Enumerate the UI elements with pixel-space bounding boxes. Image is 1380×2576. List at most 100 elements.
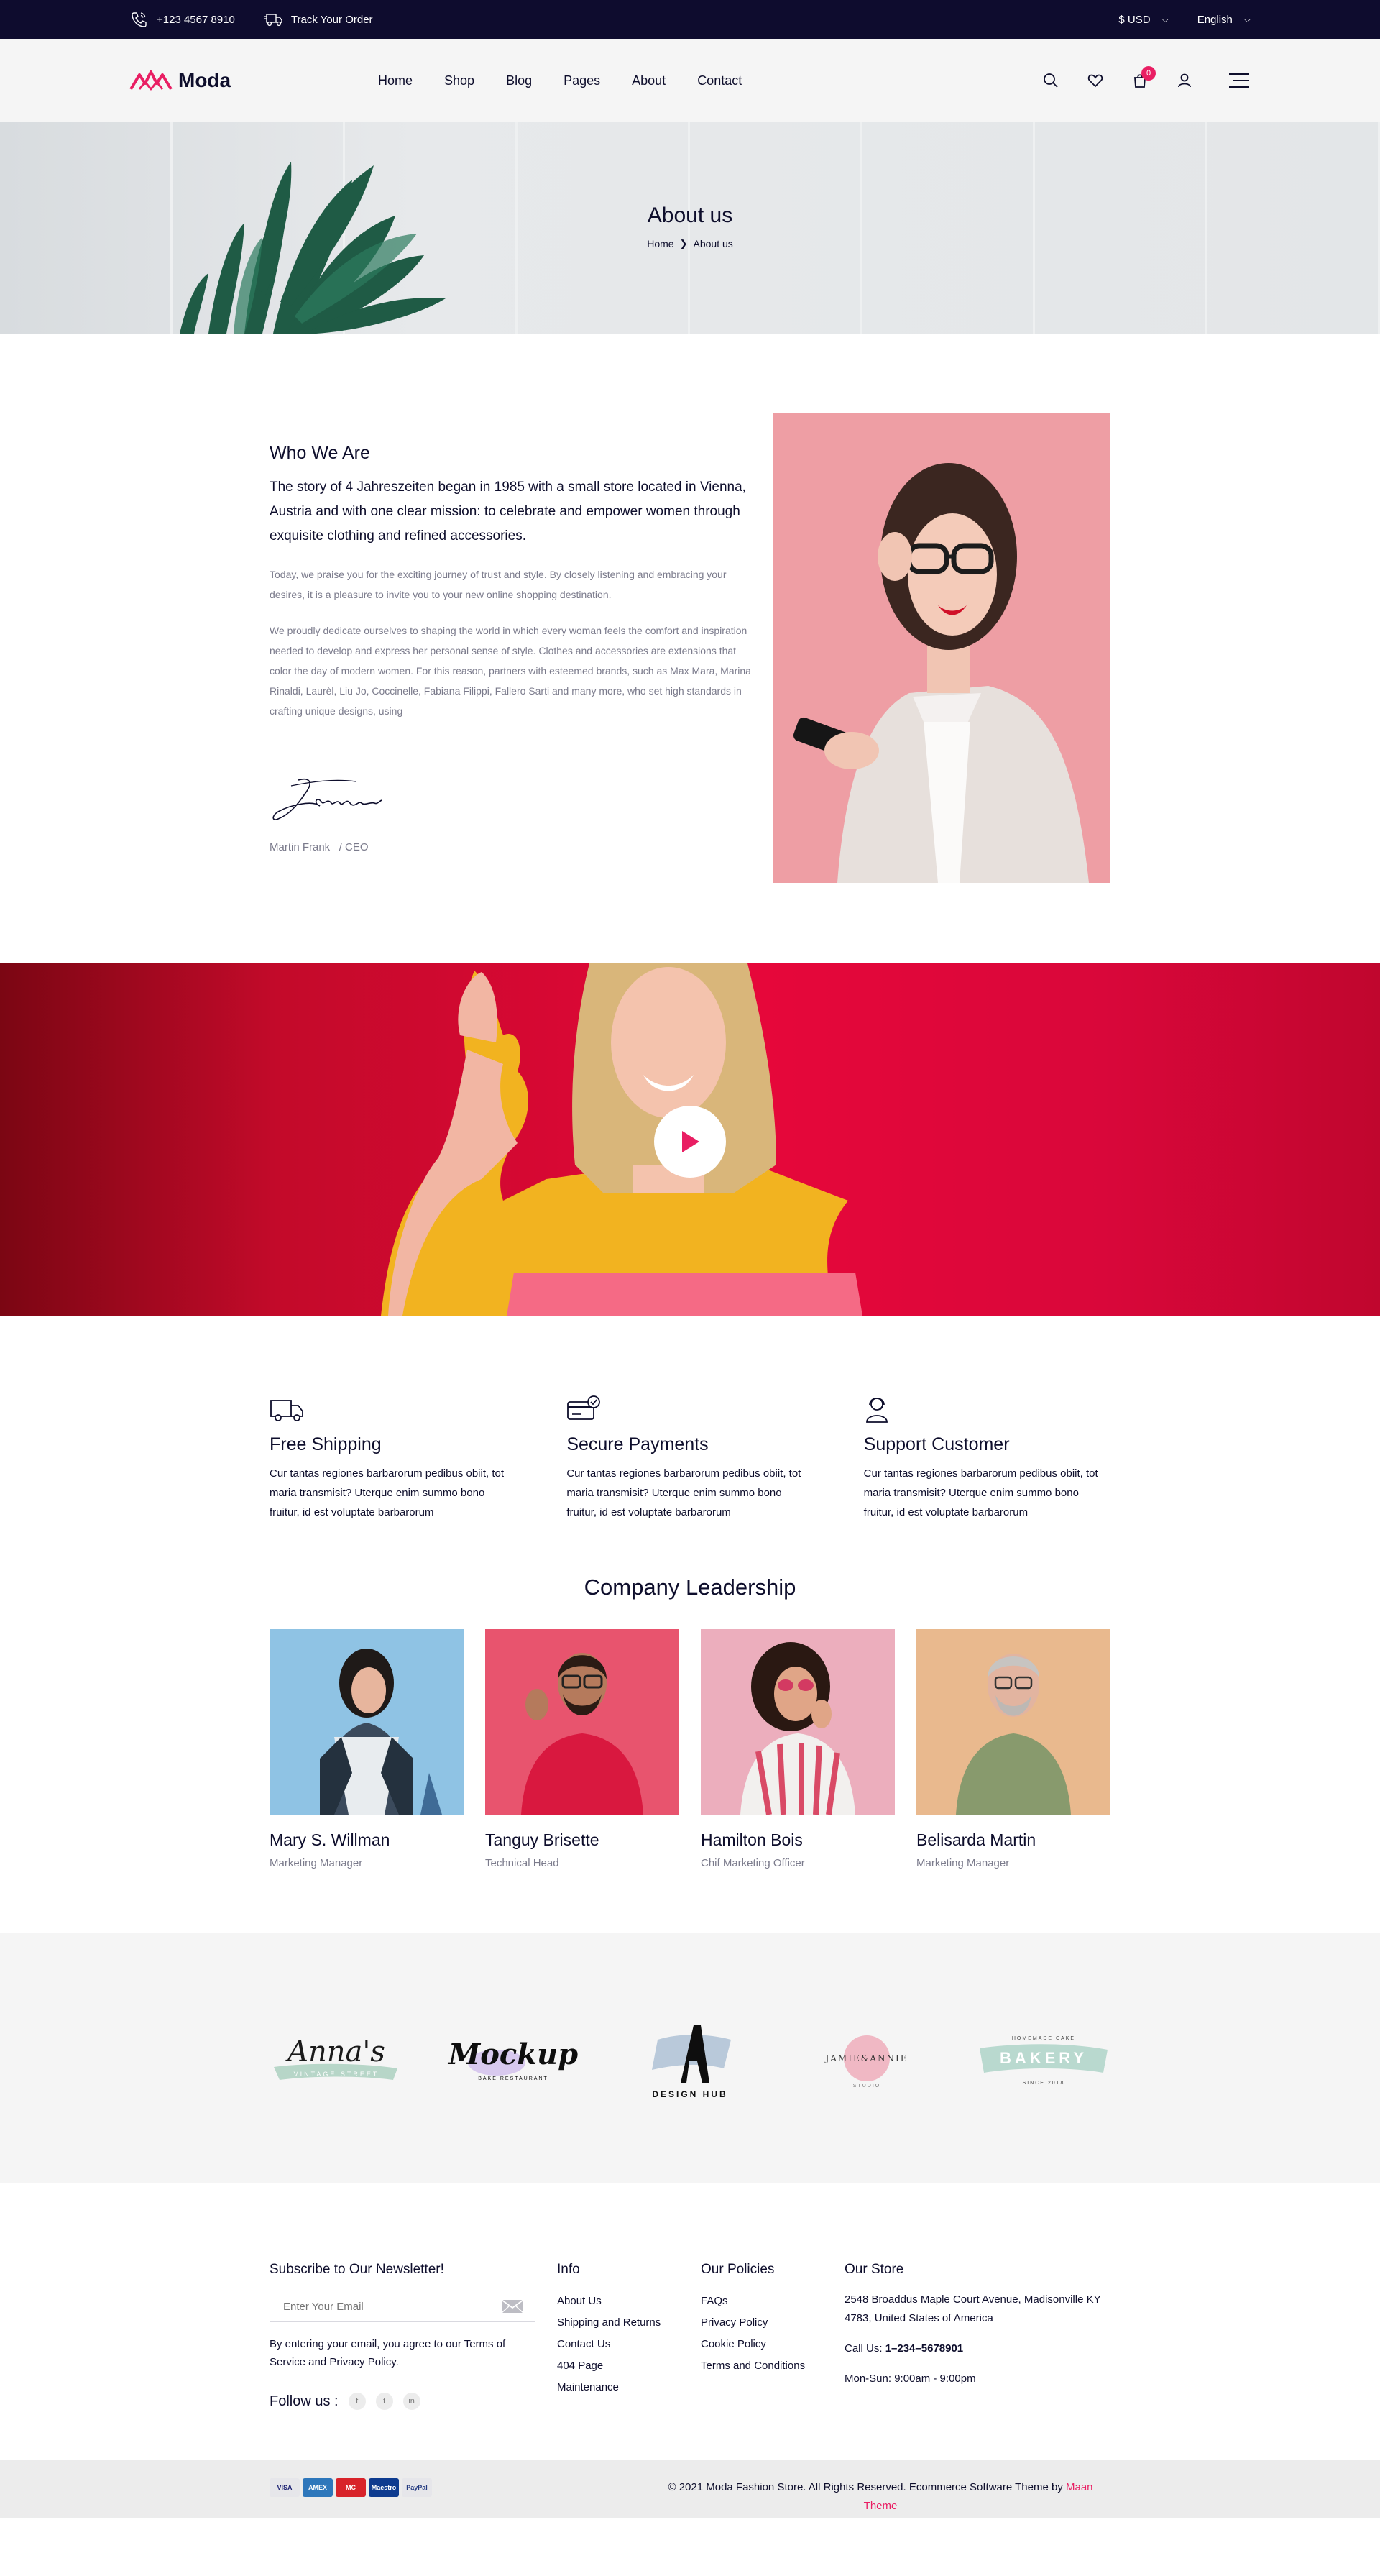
footer: Subscribe to Our Newsletter! By entering… [0, 2183, 1380, 2460]
main-nav: Home Shop Blog Pages About Contact [378, 73, 1042, 88]
wishlist-button[interactable] [1087, 72, 1104, 89]
footer-link-faqs[interactable]: FAQs [701, 2291, 845, 2312]
member-photo [485, 1629, 679, 1815]
account-button[interactable] [1176, 72, 1193, 89]
logo-mark-icon [129, 70, 172, 91]
policies-column: Our Policies FAQs Privacy Policy Cookie … [701, 2262, 845, 2410]
follow-label: Follow us : [270, 2393, 339, 2409]
play-video-button[interactable] [654, 1106, 726, 1178]
mastercard-icon: MC [336, 2478, 366, 2497]
brand-bakery-sub: SINCE 2018 [1023, 2081, 1065, 2086]
footer-link-privacy[interactable]: Privacy Policy [701, 2312, 845, 2334]
member-name: Belisarda Martin [916, 1830, 1036, 1849]
newsletter-title: Subscribe to Our Newsletter! [270, 2262, 444, 2277]
about-section: Who We Are The story of 4 Jahreszeiten b… [0, 334, 1380, 963]
currency-select[interactable]: $ USD ⌵ [1118, 14, 1168, 26]
paypal-icon: PayPal [402, 2478, 432, 2497]
maestro-icon: Maestro [369, 2478, 399, 2497]
breadcrumb-home[interactable]: Home [647, 238, 673, 249]
feature-text: Cur tantas regiones barbarorum pedibus o… [566, 1467, 801, 1518]
member-role: Marketing Manager [916, 1857, 1010, 1869]
member-role: Technical Head [485, 1857, 559, 1869]
footer-link-cookie[interactable]: Cookie Policy [701, 2334, 845, 2355]
nav-contact[interactable]: Contact [697, 73, 742, 88]
brand-mockup-sub: BAKE RESTAURANT [478, 2076, 548, 2081]
member-name: Tanguy Brisette [485, 1830, 599, 1849]
payment-cards: VISA AMEX MC Maestro PayPal [270, 2478, 432, 2497]
signature-image [272, 779, 382, 820]
logo[interactable]: Moda [129, 68, 378, 93]
feature-text: Cur tantas regiones barbarorum pedibus o… [863, 1467, 1098, 1518]
chevron-down-icon: ⌵ [1162, 14, 1169, 24]
call-number[interactable]: 1–234–5678901 [886, 2342, 963, 2355]
chevron-right-icon: ❯ [679, 238, 688, 249]
credit-card-icon [567, 1395, 601, 1420]
feature-title: Free Shipping [270, 1434, 382, 1454]
team-member-card[interactable]: Tanguy Brisette Technical Head [485, 1629, 679, 1869]
cart-button[interactable]: 0 [1131, 66, 1156, 89]
brand-logo-jamie-annie[interactable]: JAMIE&ANNIE STUDIO [800, 2011, 934, 2104]
footer-link-about[interactable]: About Us [557, 2291, 701, 2312]
support-agent-icon [865, 1398, 888, 1423]
facebook-icon[interactable]: f [348, 2393, 366, 2410]
member-photo [270, 1629, 464, 1815]
nav-blog[interactable]: Blog [506, 73, 532, 88]
footer-link-404[interactable]: 404 Page [557, 2355, 701, 2377]
nav-pages[interactable]: Pages [564, 73, 600, 88]
logo-text: Moda [178, 69, 231, 91]
brand-logo-mockup[interactable]: Mockup BAKE RESTAURANT [446, 2011, 580, 2104]
features-section: Free Shipping Cur tantas regiones barbar… [0, 1316, 1380, 1575]
cart-count-badge: 0 [1141, 66, 1156, 81]
brand-logo-design-hub[interactable]: DESIGN HUB [623, 2011, 757, 2104]
leadership-heading: Company Leadership [584, 1575, 796, 1600]
team-member-card[interactable]: Belisarda Martin Marketing Manager [916, 1629, 1110, 1869]
info-column: Info About Us Shipping and Returns Conta… [557, 2262, 701, 2410]
page-title: About us [647, 203, 733, 227]
team-member-card[interactable]: Hamilton Bois Chif Marketing Officer [701, 1629, 895, 1869]
about-paragraph-1: Today, we praise you for the exciting jo… [270, 569, 727, 600]
main-header: Moda Home Shop Blog Pages About Contact … [0, 39, 1380, 122]
delivery-truck-icon [264, 14, 282, 27]
team-member-card[interactable]: Mary S. Willman Marketing Manager [270, 1629, 464, 1869]
footer-link-terms[interactable]: Terms and Conditions [701, 2355, 845, 2377]
member-role: Chif Marketing Officer [701, 1857, 805, 1869]
video-banner [0, 963, 1380, 1316]
bottom-bar: VISA AMEX MC Maestro PayPal © 2021 Moda … [0, 2460, 1380, 2518]
chevron-down-icon: ⌵ [1243, 14, 1251, 24]
footer-link-shipping[interactable]: Shipping and Returns [557, 2312, 701, 2334]
email-input[interactable] [283, 2300, 484, 2313]
track-order-link[interactable]: Track Your Order [264, 11, 373, 28]
store-address: 2548 Broaddus Maple Court Avenue, Madiso… [845, 2293, 1101, 2324]
search-button[interactable] [1042, 72, 1059, 89]
amex-icon: AMEX [303, 2478, 333, 2497]
signature-caption: Martin Frank / CEO [270, 841, 751, 853]
phone-link[interactable]: +123 4567 8910 [129, 11, 235, 28]
visa-icon: VISA [270, 2478, 300, 2497]
signature-name: Martin Frank [270, 841, 331, 853]
linkedin-icon[interactable]: in [402, 2393, 420, 2410]
track-order-label: Track Your Order [290, 13, 373, 26]
brand-annas-text: Anna's [285, 2035, 385, 2068]
leadership-section: Company Leadership Mary S. Willman Marke… [0, 1575, 1380, 1933]
newsletter-column: Subscribe to Our Newsletter! By entering… [270, 2262, 557, 2410]
twitter-icon[interactable]: t [375, 2393, 393, 2410]
member-photo [916, 1629, 1110, 1815]
store-column: Our Store 2548 Broaddus Maple Court Aven… [845, 2262, 1110, 2410]
menu-icon[interactable] [1228, 72, 1251, 89]
brand-logo-bakery[interactable]: HOMEMADE CAKE BAKERY SINCE 2018 [977, 2011, 1110, 2104]
language-select[interactable]: English ⌵ [1197, 14, 1251, 26]
footer-link-maintenance[interactable]: Maintenance [557, 2377, 701, 2398]
footer-link-contact[interactable]: Contact Us [557, 2334, 701, 2355]
nav-home[interactable]: Home [378, 73, 413, 88]
brand-jamie-sub: STUDIO [853, 2084, 880, 2089]
nav-about[interactable]: About [632, 73, 666, 88]
currency-value: $ USD [1118, 13, 1151, 26]
about-photo [773, 413, 1110, 883]
brand-logo-annas[interactable]: Anna's VINTAGE STREET [270, 2011, 403, 2104]
store-title: Our Store [845, 2262, 904, 2277]
brand-bakery-text: BAKERY [1000, 2049, 1087, 2067]
nav-shop[interactable]: Shop [444, 73, 474, 88]
feature-title: Support Customer [863, 1434, 1010, 1454]
member-name: Mary S. Willman [270, 1830, 390, 1849]
send-mail-icon[interactable] [500, 2298, 525, 2315]
